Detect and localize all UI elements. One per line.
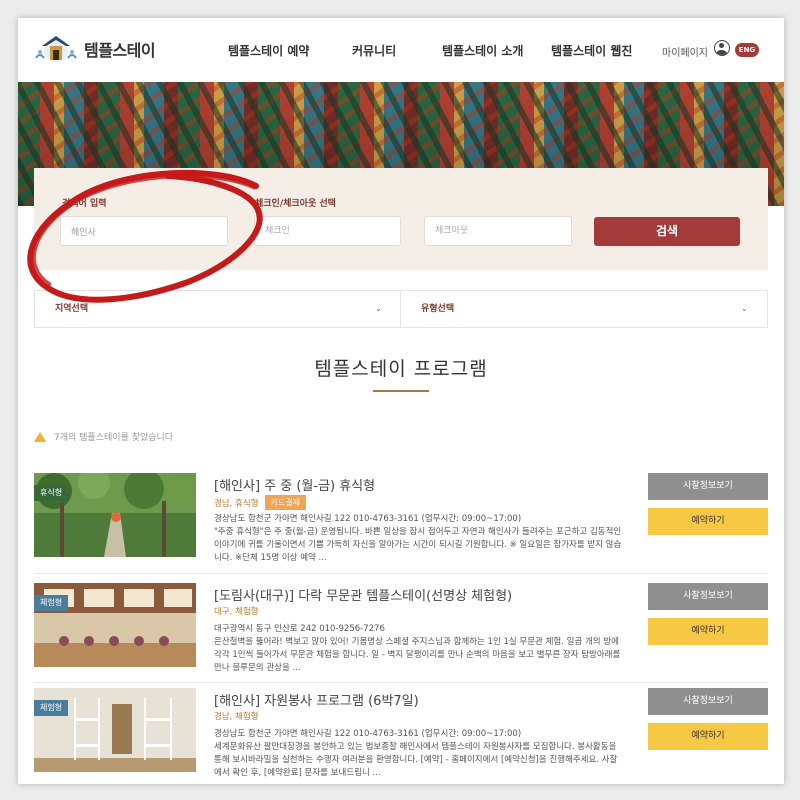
warning-icon (34, 431, 46, 442)
program-thumbnail[interactable]: 체험형 (34, 583, 196, 667)
chevron-down-icon: ⌄ (375, 304, 382, 313)
nav-webzine[interactable]: 템플스테이 웹진 (551, 42, 632, 59)
program-address: 경상남도 합천군 가야면 해인사길 122 010-4763-3161 (업무시… (214, 514, 522, 524)
program-meta: 경남, 휴식형 카드결제 (214, 495, 306, 510)
result-count-text: 7개의 템플스테이를 찾았습니다 (54, 433, 174, 443)
program-meta: 경남, 체험형 (214, 710, 259, 722)
temple-logo-icon (35, 36, 77, 62)
temple-info-button[interactable]: 사찰정보보기 (648, 688, 768, 715)
keyword-input[interactable] (60, 216, 228, 246)
program-type-tag: 체험형 (34, 595, 69, 611)
chevron-down-icon: ⌄ (741, 304, 748, 313)
user-icon[interactable] (714, 40, 730, 56)
temple-info-button[interactable]: 사찰정보보기 (648, 473, 768, 500)
program-item: 휴식형 [해인사] 주 중 (월-금) 휴식형 경남, 휴식형 카드결제 경상남… (34, 473, 768, 567)
nav-about[interactable]: 템플스테이 소개 (442, 42, 523, 59)
program-thumbnail[interactable]: 휴식형 (34, 473, 196, 557)
filter-bar: 지역선택 ⌄ 유형선택 ⌄ (34, 290, 768, 328)
section-title: 템플스테이 프로그램 (314, 358, 488, 380)
type-select-label: 유형선택 (421, 304, 455, 314)
nav-reservation[interactable]: 템플스테이 예약 (228, 42, 309, 59)
site-logo[interactable]: 템플스테이 (34, 32, 156, 66)
temple-info-button[interactable]: 사찰정보보기 (648, 583, 768, 610)
program-type-tag: 체험형 (34, 700, 69, 716)
item-divider (34, 573, 768, 574)
program-address: 경상남도 합천군 가야면 해인사길 122 010-4763-3161 (업무시… (214, 729, 522, 739)
region-select-label: 지역선택 (55, 304, 89, 314)
region-select[interactable]: 지역선택 ⌄ (55, 291, 385, 327)
title-underline (373, 390, 429, 392)
program-region-type: 경남, 휴식형 (214, 498, 259, 509)
checkout-input[interactable] (424, 216, 572, 246)
program-title[interactable]: [도림사(대구)] 다락 무문관 템플스테이(선명상 체험형) (214, 585, 512, 604)
program-title[interactable]: [해인사] 주 중 (월-금) 휴식형 (214, 475, 375, 494)
program-region-type: 대구, 체험형 (214, 607, 259, 617)
type-select[interactable]: 유형선택 ⌄ (421, 291, 751, 327)
language-toggle[interactable]: ENG (735, 43, 759, 57)
search-panel: 검색어 입력 체크인/체크아웃 선택 검색 (34, 168, 768, 270)
logo-text: 템플스테이 (84, 41, 156, 60)
program-summary: "주중 휴식형"은 주 중(월-금) 운영됩니다. 바쁜 일상을 잠시 접어두고… (214, 527, 622, 563)
date-label: 체크인/체크아웃 선택 (255, 199, 336, 209)
item-divider (34, 682, 768, 683)
program-summary: 은산철벽을 뚫어라! 벽보고 앉아 있어! 기몸명상 스페셜 주지스님과 함께하… (214, 637, 621, 673)
book-button[interactable]: 예약하기 (648, 508, 768, 535)
program-item: 체험형 [도림사(대구)] 다락 무문관 템플스테이(선명상 체험형) 대구, … (34, 583, 768, 677)
program-summary: 세계문화유산 팔만대장경을 봉안하고 있는 법보종찰 해인사에서 템플스테이 자… (214, 742, 618, 778)
nav-community[interactable]: 커뮤니티 (352, 42, 396, 59)
program-description: 경상남도 합천군 가야면 해인사길 122 010-4763-3161 (업무시… (214, 513, 622, 565)
book-button[interactable]: 예약하기 (648, 723, 768, 750)
checkin-input[interactable] (254, 216, 401, 246)
site-header: 템플스테이 템플스테이 예약 커뮤니티 템플스테이 소개 템플스테이 웹진 마이… (18, 18, 784, 82)
browser-viewport: 템플스테이 템플스테이 예약 커뮤니티 템플스테이 소개 템플스테이 웹진 마이… (18, 18, 784, 784)
program-type-tag: 휴식형 (34, 485, 69, 501)
program-region-type: 경남, 체험형 (214, 712, 259, 722)
book-button[interactable]: 예약하기 (648, 618, 768, 645)
program-description: 대구광역시 동구 인산로 242 010-9256-7276 은산철벽을 뚫어라… (214, 623, 622, 675)
card-payment-badge: 카드결제 (264, 495, 306, 510)
program-item: 체험형 [해인사] 자원봉사 프로그램 (6박7일) 경남, 체험형 경상남도 … (34, 688, 768, 782)
program-description: 경상남도 합천군 가야면 해인사길 122 010-4763-3161 (업무시… (214, 728, 622, 780)
filter-divider (400, 291, 401, 327)
mypage-link[interactable]: 마이페이지 (662, 44, 708, 59)
program-meta: 대구, 체험형 (214, 605, 259, 617)
search-button[interactable]: 검색 (594, 217, 740, 246)
keyword-label: 검색어 입력 (62, 199, 107, 209)
program-address: 대구광역시 동구 인산로 242 010-9256-7276 (214, 624, 385, 634)
program-title[interactable]: [해인사] 자원봉사 프로그램 (6박7일) (214, 690, 419, 709)
program-thumbnail[interactable]: 체험형 (34, 688, 196, 772)
result-notice: 7개의 템플스테이를 찾았습니다 (34, 430, 173, 443)
